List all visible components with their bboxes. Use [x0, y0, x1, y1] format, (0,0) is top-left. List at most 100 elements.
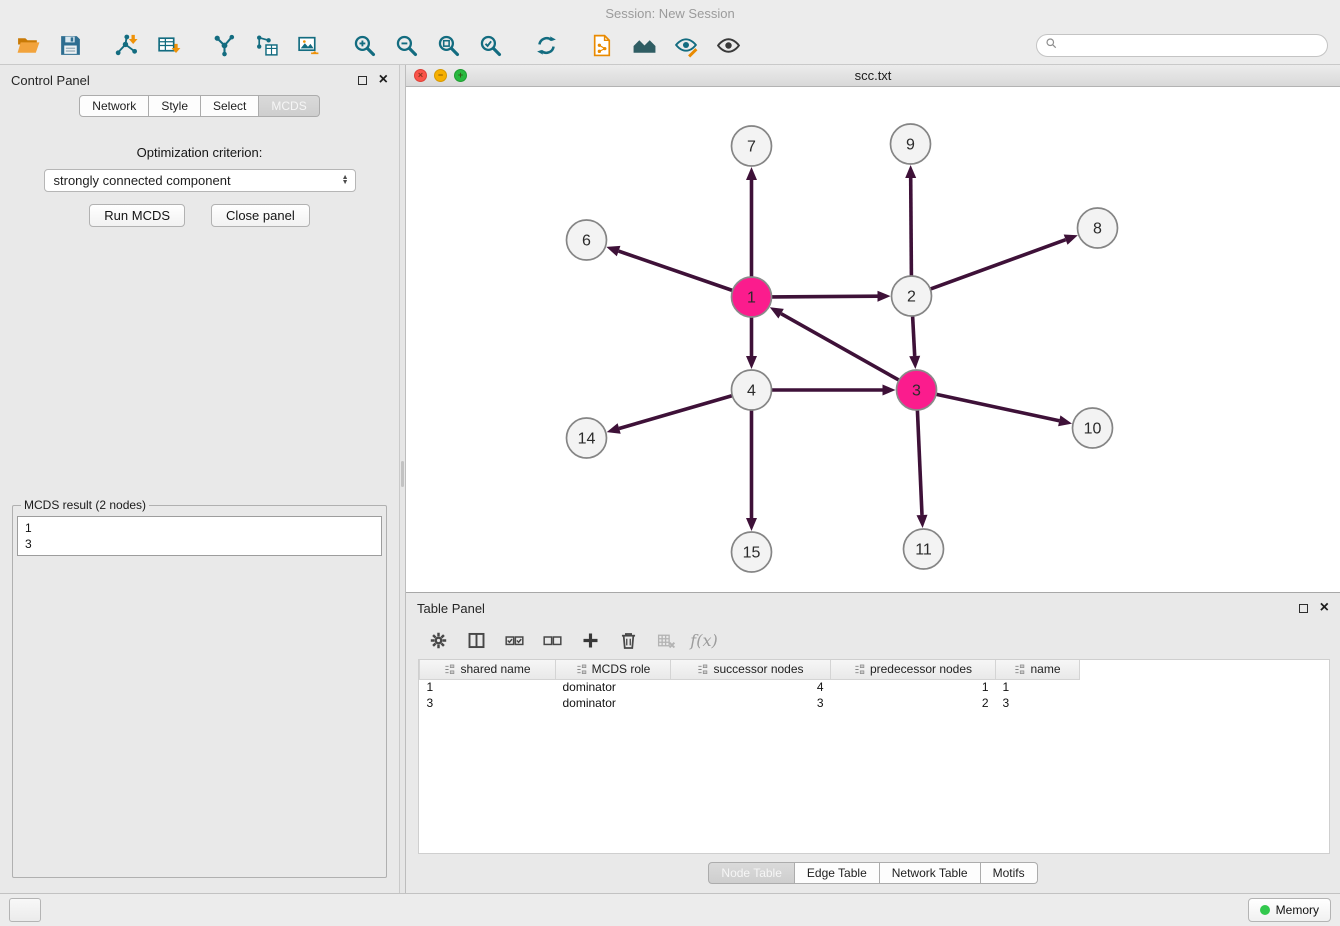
deselect-all-rows-button[interactable] [537, 626, 567, 654]
close-panel-button[interactable]: Close panel [211, 204, 310, 227]
float-panel-icon[interactable] [1299, 604, 1308, 613]
memory-button[interactable]: Memory [1248, 898, 1331, 922]
table-cell[interactable]: dominator [556, 695, 671, 711]
svg-text:10: 10 [1084, 421, 1102, 438]
show-columns-button[interactable] [461, 626, 491, 654]
zoom-out-button[interactable] [390, 31, 422, 61]
edge-2-9[interactable] [905, 165, 916, 276]
refresh-layout-button[interactable] [530, 31, 562, 61]
edge-2-3[interactable] [909, 316, 920, 369]
tab-network-table[interactable]: Network Table [880, 862, 981, 884]
node-14[interactable]: 14 [567, 418, 607, 458]
zoom-selected-icon [478, 33, 503, 58]
optimization-criterion-select[interactable]: strongly connected component ▲▼ [44, 169, 356, 192]
import-network-button[interactable] [110, 31, 142, 61]
toolbar-group [530, 31, 562, 61]
node-11[interactable]: 11 [904, 529, 944, 569]
tab-motifs[interactable]: Motifs [981, 862, 1038, 884]
column-header-name[interactable]: name [996, 660, 1080, 679]
table-cell[interactable]: 1 [996, 679, 1080, 695]
new-network-button[interactable] [208, 31, 240, 61]
export-image-button[interactable] [292, 31, 324, 61]
table-cell[interactable]: 3 [996, 695, 1080, 711]
tab-mcds[interactable]: MCDS [259, 95, 319, 117]
panel-splitter[interactable] [399, 65, 406, 893]
node-3[interactable]: 3 [897, 370, 937, 410]
network-document-button[interactable] [586, 31, 618, 61]
edge-4-15[interactable] [746, 410, 757, 531]
edge-2-8[interactable] [930, 235, 1078, 290]
edge-3-11[interactable] [917, 410, 928, 528]
node-15[interactable]: 15 [732, 532, 772, 572]
column-header-successor-nodes[interactable]: successor nodes [671, 660, 831, 679]
toolbar-group [12, 31, 86, 61]
table-cell[interactable]: 3 [671, 695, 831, 711]
search-input[interactable] [1062, 39, 1319, 53]
search-box[interactable] [1036, 34, 1328, 57]
edge-1-7[interactable] [746, 167, 757, 277]
node-1[interactable]: 1 [732, 277, 772, 317]
tab-edge-table[interactable]: Edge Table [795, 862, 880, 884]
column-label: successor nodes [713, 662, 803, 676]
table-row[interactable]: 3dominator323 [420, 695, 1330, 711]
control-panel-tabs: NetworkStyleSelectMCDS [0, 95, 399, 117]
minimize-window-button[interactable]: − [434, 69, 447, 82]
tab-node-table[interactable]: Node Table [708, 862, 795, 884]
tab-select[interactable]: Select [201, 95, 259, 117]
node-6[interactable]: 6 [567, 220, 607, 260]
task-history-button[interactable] [9, 898, 41, 922]
open-browser-button[interactable] [628, 31, 660, 61]
table-cell[interactable]: dominator [556, 679, 671, 695]
column-header-shared-name[interactable]: shared name [420, 660, 556, 679]
network-table-button[interactable] [250, 31, 282, 61]
save-session-button[interactable] [54, 31, 86, 61]
edge-4-14[interactable] [607, 396, 733, 434]
zoom-selected-button[interactable] [474, 31, 506, 61]
close-panel-icon[interactable]: × [379, 72, 388, 88]
tab-style[interactable]: Style [149, 95, 201, 117]
table-cell[interactable]: 1 [831, 679, 996, 695]
edge-3-10[interactable] [936, 394, 1072, 426]
node-9[interactable]: 9 [891, 124, 931, 164]
select-all-rows-button[interactable] [499, 626, 529, 654]
edge-1-6[interactable] [606, 246, 732, 291]
float-panel-icon[interactable] [358, 76, 367, 85]
node-8[interactable]: 8 [1078, 208, 1118, 248]
zoom-fit-button[interactable] [432, 31, 464, 61]
table-row[interactable]: 1dominator411 [420, 679, 1330, 695]
node-4[interactable]: 4 [732, 370, 772, 410]
plus-icon [580, 630, 601, 651]
add-column-button[interactable] [575, 626, 605, 654]
delete-row-button[interactable] [613, 626, 643, 654]
edge-3-1[interactable] [770, 307, 899, 380]
column-settings-button[interactable] [423, 626, 453, 654]
zoom-in-button[interactable] [348, 31, 380, 61]
column-header-predecessor-nodes[interactable]: predecessor nodes [831, 660, 996, 679]
style-preview-button[interactable] [670, 31, 702, 61]
close-panel-icon[interactable]: × [1320, 600, 1329, 616]
node-table-wrap: shared nameMCDS role successor nodes prede… [418, 659, 1330, 854]
main-area: Control Panel × NetworkStyleSelectMCDS O… [0, 65, 1340, 893]
edge-1-4[interactable] [746, 317, 757, 369]
table-cell[interactable]: 3 [420, 695, 556, 711]
import-table-button[interactable] [152, 31, 184, 61]
network-canvas[interactable]: 7 9 6 8 1 2 4 3 14 10 15 11 [406, 87, 1340, 592]
edge-1-2[interactable] [772, 291, 891, 302]
tab-network[interactable]: Network [79, 95, 149, 117]
close-window-button[interactable]: × [414, 69, 427, 82]
table-cell[interactable]: 4 [671, 679, 831, 695]
network-icon [212, 33, 237, 58]
table-cell[interactable]: 2 [831, 695, 996, 711]
network-graph-svg[interactable]: 7 9 6 8 1 2 4 3 14 10 15 11 [406, 87, 1340, 592]
node-2[interactable]: 2 [892, 276, 932, 316]
edge-4-3[interactable] [772, 385, 896, 396]
open-session-button[interactable] [12, 31, 44, 61]
table-cell[interactable]: 1 [420, 679, 556, 695]
node-7[interactable]: 7 [732, 126, 772, 166]
column-header-mcds-role[interactable]: MCDS role [556, 660, 671, 679]
run-mcds-button[interactable]: Run MCDS [89, 204, 185, 227]
node-10[interactable]: 10 [1073, 408, 1113, 448]
mcds-result-text[interactable]: 13 [17, 516, 382, 556]
zoom-window-button[interactable]: + [454, 69, 467, 82]
show-graphics-details-button[interactable] [712, 31, 744, 61]
